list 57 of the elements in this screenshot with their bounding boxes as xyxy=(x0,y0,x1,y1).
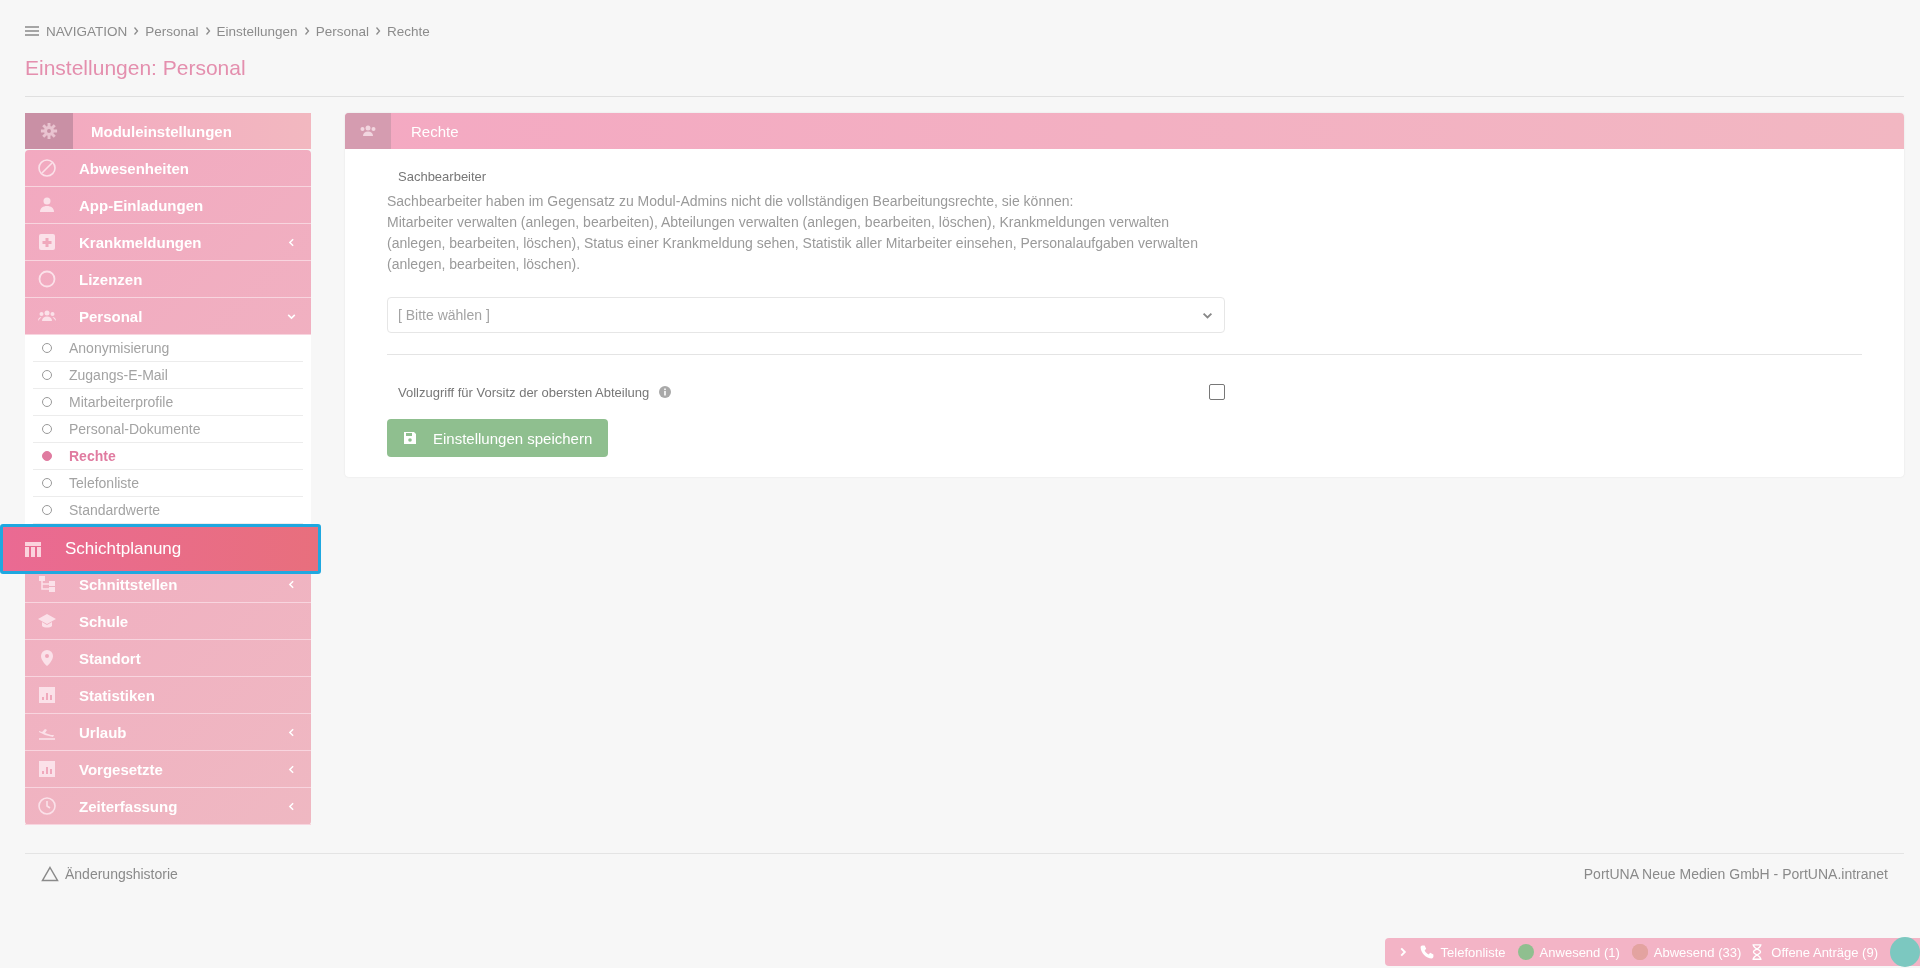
submenu-item[interactable]: Personal-Dokumente xyxy=(33,416,303,443)
sidebar-item[interactable]: Schichtplanung xyxy=(0,524,321,574)
ring-icon xyxy=(37,269,57,289)
panel-title: Rechte xyxy=(411,122,459,140)
gear-icon xyxy=(25,113,73,149)
page-title: Einstellungen: Personal xyxy=(25,56,247,81)
menu-icon[interactable] xyxy=(25,26,39,36)
sidebar-item[interactable]: Standort xyxy=(25,640,311,677)
bar-chart-icon xyxy=(37,685,57,705)
group-icon xyxy=(345,113,391,149)
submenu-item[interactable]: Telefonliste xyxy=(33,470,303,497)
sidebar-item[interactable]: Statistiken xyxy=(25,677,311,714)
sidebar-item[interactable]: Vorgesetzte xyxy=(25,751,311,788)
description-text: Sachbearbeiter haben im Gegensatz zu Modul-Admins nicht die vollständigen Bearbeitungsrechte, sie können: Mitarbeiter verwalten (anlegen, bearbeiten), Abteilungen verwalten (anlegen, bearbeiten, löschen), Krankmeldungen verwalten (anlegen, bearbeiten, löschen), Status einer Krankmeldung sehen, Statistik aller Mitarbeiter einsehen, Personalaufgaben verwalten (anlegen, bearbeiten, löschen). xyxy=(387,192,1199,274)
person-icon xyxy=(37,195,57,215)
phone-icon xyxy=(1418,943,1435,961)
submenu-item[interactable]: Rechte xyxy=(33,443,303,470)
sidebar-item[interactable]: Schnittstellen xyxy=(25,566,311,603)
copyright-text: PortUNA Neue Medien GmbH - PortUNA.intranet xyxy=(1583,866,1888,882)
submenu-item[interactable]: Zugangs-E-Mail xyxy=(33,362,303,389)
sidebar-item[interactable]: Lizenzen xyxy=(25,261,311,298)
sidebar-item[interactable]: Urlaub xyxy=(25,714,311,751)
sidebar-title: Moduleinstellungen xyxy=(91,122,232,140)
medical-box-icon xyxy=(37,232,57,252)
table-icon xyxy=(23,539,43,559)
chevron-right-icon xyxy=(133,26,140,36)
select-field[interactable]: [ Bitte wählen ] xyxy=(387,297,1225,333)
status-link[interactable]: Anwesend (1) xyxy=(1539,944,1620,960)
network-icon xyxy=(37,574,57,594)
history-link[interactable]: Änderungshistorie xyxy=(41,866,178,882)
avatar[interactable] xyxy=(1890,937,1920,967)
submenu-item[interactable]: Anonymisierung xyxy=(33,335,303,362)
clock-icon xyxy=(37,796,57,816)
status-link[interactable]: Telefonliste xyxy=(1440,944,1506,960)
section-label: Sachbearbeiter xyxy=(398,169,488,184)
sidebar-item[interactable]: Schule xyxy=(25,603,311,640)
chevron-right-icon xyxy=(374,26,381,36)
sidebar-item[interactable]: App-Einladungen xyxy=(25,187,311,224)
info-icon[interactable] xyxy=(659,386,672,398)
warning-triangle-icon xyxy=(41,866,59,882)
chevron-right-icon xyxy=(204,26,211,36)
submenu-item[interactable]: Mitarbeiterprofile xyxy=(33,389,303,416)
sidebar-item[interactable]: Krankmeldungen xyxy=(25,224,311,261)
status-link[interactable]: Offene Anträge (9) xyxy=(1771,944,1878,960)
breadcrumb-link[interactable]: Personal xyxy=(145,23,199,39)
breadcrumb-link[interactable]: Personal xyxy=(315,23,369,39)
checkbox[interactable] xyxy=(1209,384,1225,400)
breadcrumb-link[interactable]: Einstellungen xyxy=(216,23,298,39)
save-button[interactable]: Einstellungen speichern xyxy=(387,419,609,457)
chevron-right-icon xyxy=(303,26,310,36)
prohibited-icon xyxy=(37,158,57,178)
bar-chart-icon xyxy=(37,759,57,779)
sidebar-item[interactable]: Abwesenheiten xyxy=(25,150,311,187)
checkbox-label: Vollzugriff für Vorsitz der obersten Abteilung xyxy=(398,384,650,400)
breadcrumb-link[interactable]: NAVIGATION xyxy=(46,23,128,39)
sidebar-item[interactable]: Zeiterfassung xyxy=(25,788,311,825)
status-link[interactable]: Abwesend (33) xyxy=(1653,944,1742,960)
